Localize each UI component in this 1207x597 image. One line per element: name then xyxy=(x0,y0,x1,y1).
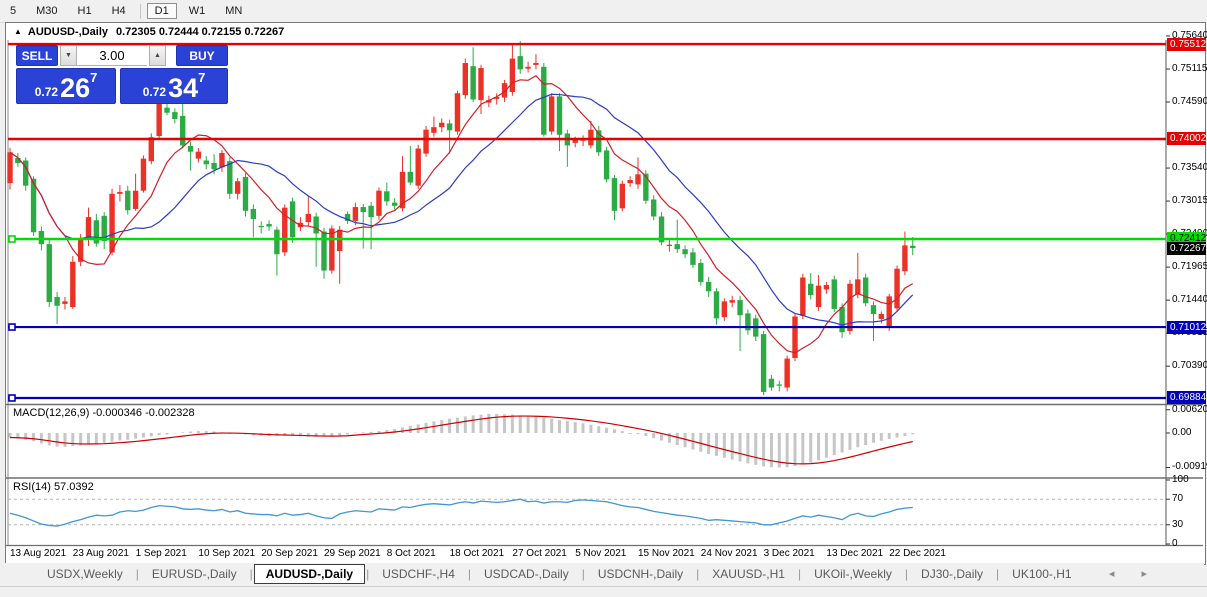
sell-price-big: 26 xyxy=(60,73,90,103)
tab-separator: | xyxy=(996,567,999,581)
status-strip xyxy=(0,586,1207,597)
tab-separator: | xyxy=(696,567,699,581)
current-price-label: 0.72267 xyxy=(1167,242,1206,255)
chart-tab-usdcnh-daily[interactable]: USDCNH-,Daily xyxy=(586,565,695,583)
buy-price-sup: 7 xyxy=(198,70,205,85)
tab-separator: | xyxy=(582,567,585,581)
chart-tab-bar: USDX,Weekly|EURUSD-,Daily|AUDUSD-,Daily|… xyxy=(5,563,1204,585)
timeframe-button-5[interactable]: 5 xyxy=(2,3,24,19)
price-axis-tick: 0.73540 xyxy=(1172,162,1207,174)
macd-label: MACD(12,26,9) -0.000346 -0.002328 xyxy=(13,407,195,419)
chart-ohlc-values: 0.72305 0.72444 0.72155 0.72267 xyxy=(116,26,284,38)
price-axis-tick: 0.74590 xyxy=(1172,96,1207,108)
tab-separator: | xyxy=(366,567,369,581)
price-axis-tick: 0.70390 xyxy=(1172,360,1207,372)
date-axis-label: 24 Nov 2021 xyxy=(701,548,758,559)
chart-title-bar: ▲ AUDUSD-,Daily 0.72305 0.72444 0.72155 … xyxy=(7,24,1157,39)
rsi-axis-label: 0 xyxy=(1172,538,1178,550)
price-axis-tick: 0.75115 xyxy=(1172,63,1207,75)
timeframe-toolbar: 5M30 H1H4 D1W1MN xyxy=(0,0,1207,23)
price-axis-tick: 0.73015 xyxy=(1172,195,1207,207)
buy-button[interactable]: BUY xyxy=(176,45,228,66)
date-axis-label: 20 Sep 2021 xyxy=(261,548,318,559)
macd-axis-label: 0.00 xyxy=(1172,427,1191,439)
date-axis-label: 18 Oct 2021 xyxy=(450,548,504,559)
macd-axis-label: 0.006201 xyxy=(1172,404,1207,416)
tab-separator: | xyxy=(250,567,253,581)
date-axis-label: 13 Aug 2021 xyxy=(10,548,66,559)
sell-price-button[interactable]: 0.72 26 7 xyxy=(16,68,116,104)
collapse-arrow-icon[interactable]: ▲ xyxy=(14,27,22,36)
date-axis-label: 15 Nov 2021 xyxy=(638,548,695,559)
price-line-label: 0.75512 xyxy=(1167,38,1206,51)
buy-price-big: 34 xyxy=(168,73,198,103)
one-click-trade-panel: SELL ▼ 3.00 ▲ BUY 0.72 26 7 0.72 34 7 xyxy=(16,45,228,104)
spin-down-icon: ▼ xyxy=(65,52,72,59)
timeframe-button-m30[interactable]: M30 xyxy=(28,3,65,19)
volume-decrease-button[interactable]: ▼ xyxy=(60,45,77,66)
rsi-axis-label: 100 xyxy=(1172,474,1189,486)
tab-scroll-arrows[interactable]: ◂ ▸ xyxy=(1109,567,1159,580)
tab-separator: | xyxy=(798,567,801,581)
rsi-axis-label: 30 xyxy=(1172,519,1183,531)
chart-tab-usdchf-h4[interactable]: USDCHF-,H4 xyxy=(370,565,467,583)
sell-price-small: 0.72 xyxy=(35,85,58,99)
timeframe-button-h1[interactable]: H1 xyxy=(70,3,100,19)
date-axis-label: 29 Sep 2021 xyxy=(324,548,381,559)
chart-tab-usdx-weekly[interactable]: USDX,Weekly xyxy=(35,565,135,583)
rsi-label: RSI(14) 57.0392 xyxy=(13,481,94,493)
chart-tab-uk100-h1[interactable]: UK100-,H1 xyxy=(1000,565,1083,583)
price-axis-tick: 0.71440 xyxy=(1172,294,1207,306)
buy-price-small: 0.72 xyxy=(143,85,166,99)
toolbar-separator xyxy=(140,4,141,19)
chart-tab-eurusd-daily[interactable]: EURUSD-,Daily xyxy=(140,565,249,583)
tab-separator: | xyxy=(136,567,139,581)
date-axis-label: 10 Sep 2021 xyxy=(198,548,255,559)
chart-tab-usdcad-daily[interactable]: USDCAD-,Daily xyxy=(472,565,581,583)
date-axis-label: 27 Oct 2021 xyxy=(512,548,566,559)
date-axis-label: 8 Oct 2021 xyxy=(387,548,436,559)
volume-input[interactable]: 3.00 xyxy=(77,45,147,66)
mt4-terminal: { "toolbar": { "timeframes": [ {"label":… xyxy=(0,0,1207,596)
price-line-label: 0.71012 xyxy=(1167,321,1206,334)
timeframe-button-d1[interactable]: D1 xyxy=(147,3,177,19)
tab-separator: | xyxy=(905,567,908,581)
date-axis-label: 23 Aug 2021 xyxy=(73,548,129,559)
price-line-label: 0.69884 xyxy=(1167,391,1206,404)
volume-increase-button[interactable]: ▲ xyxy=(149,45,166,66)
date-axis-label: 22 Dec 2021 xyxy=(889,548,946,559)
price-line-label: 0.74002 xyxy=(1167,132,1206,145)
macd-axis-label: -0.009197 xyxy=(1172,461,1207,473)
buy-price-button[interactable]: 0.72 34 7 xyxy=(120,68,228,104)
chart-tab-xauusd-h1[interactable]: XAUUSD-,H1 xyxy=(700,565,797,583)
date-axis-label: 3 Dec 2021 xyxy=(764,548,815,559)
tab-separator: | xyxy=(468,567,471,581)
sell-price-sup: 7 xyxy=(90,70,97,85)
rsi-axis-label: 70 xyxy=(1172,493,1183,505)
chart-tab-dj30-daily[interactable]: DJ30-,Daily xyxy=(909,565,995,583)
chart-symbol-title: AUDUSD-,Daily xyxy=(28,26,108,38)
sell-button[interactable]: SELL xyxy=(16,45,58,66)
price-axis-tick: 0.71965 xyxy=(1172,261,1207,273)
date-axis-label: 13 Dec 2021 xyxy=(826,548,883,559)
date-axis-label: 5 Nov 2021 xyxy=(575,548,626,559)
timeframe-button-w1[interactable]: W1 xyxy=(181,3,214,19)
spin-up-icon: ▲ xyxy=(154,52,161,59)
chart-tab-audusd-daily[interactable]: AUDUSD-,Daily xyxy=(254,564,365,584)
date-axis-label: 1 Sep 2021 xyxy=(136,548,187,559)
timeframe-button-mn[interactable]: MN xyxy=(217,3,250,19)
chart-tab-ukoil-weekly[interactable]: UKOil-,Weekly xyxy=(802,565,904,583)
timeframe-button-h4[interactable]: H4 xyxy=(104,3,134,19)
